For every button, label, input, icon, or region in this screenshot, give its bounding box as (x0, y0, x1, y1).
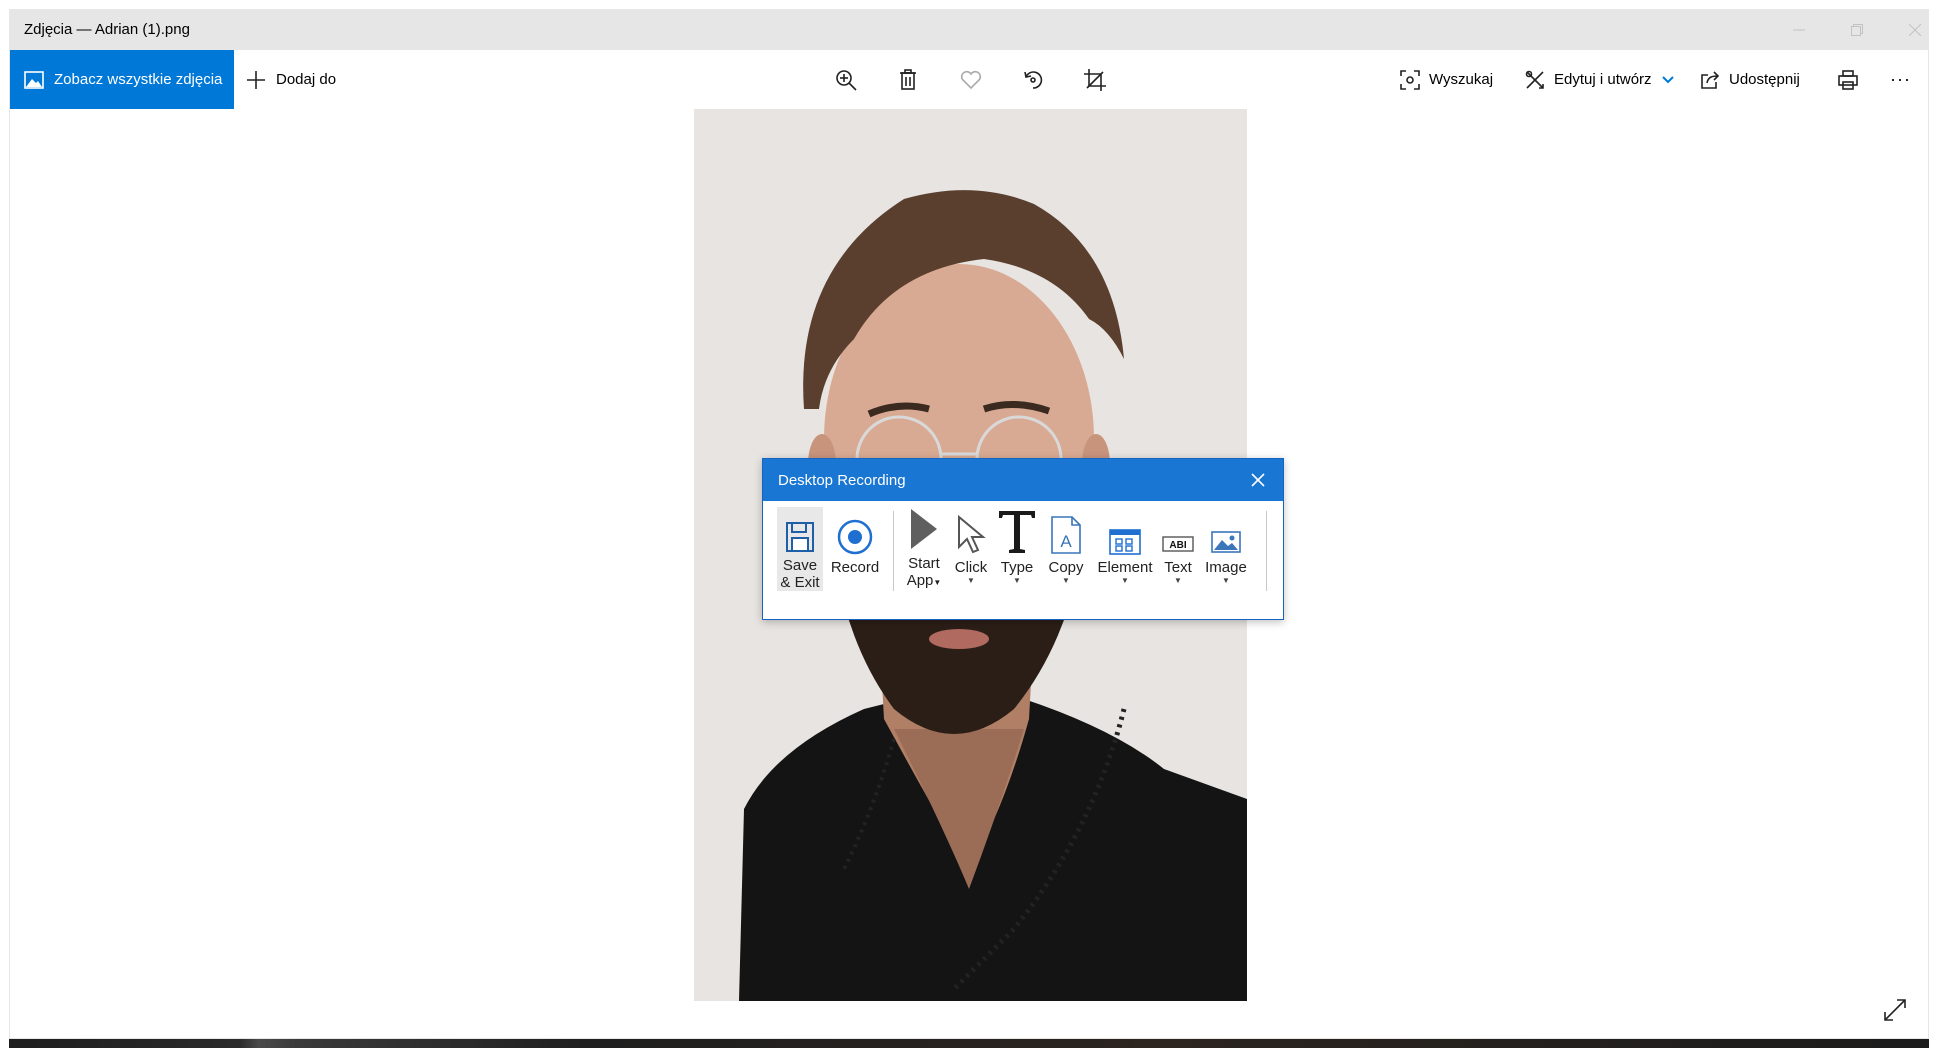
crop-icon (1084, 69, 1106, 91)
text-icon: ABI (1162, 536, 1194, 552)
crop-button[interactable] (1079, 64, 1111, 96)
edit-create-button[interactable]: Edytuj i utwórz (1525, 50, 1683, 109)
start-app-label-2: App▼ (906, 572, 942, 589)
share-icon (1701, 70, 1720, 89)
element-dropdown-icon[interactable]: ▼ (1121, 576, 1129, 586)
close-window-button[interactable] (1886, 10, 1928, 50)
save-exit-label-1: Save (782, 557, 818, 574)
copy-label: Copy (1048, 559, 1084, 576)
favorite-icon (960, 70, 982, 90)
element-button[interactable]: Element ▼ (1095, 507, 1155, 591)
toolbar: Zobacz wszystkie zdjęcia Dodaj do Wyszuk… (10, 50, 1928, 109)
zoom-in-button[interactable] (830, 64, 862, 96)
svg-text:A: A (1060, 532, 1072, 551)
cursor-icon (958, 515, 986, 554)
type-icon (999, 511, 1035, 553)
save-exit-button[interactable]: Save & Exit (777, 507, 823, 591)
type-label: Type (1000, 559, 1034, 576)
save-exit-label-2: & Exit (780, 574, 820, 591)
dialog-title: Desktop Recording (778, 471, 906, 489)
text-label: Text (1164, 559, 1192, 576)
visual-search-icon (1400, 69, 1420, 90)
copy-dropdown-icon[interactable]: ▼ (1062, 576, 1070, 586)
plus-icon (247, 70, 265, 89)
more-options-button[interactable]: ··· (1890, 50, 1911, 109)
desktop-recording-dialog: Desktop Recording Save & Exit Record Sta… (762, 458, 1284, 620)
edit-icon (1525, 70, 1544, 89)
print-icon (1838, 70, 1858, 90)
chevron-down-icon (1661, 75, 1674, 83)
print-button[interactable] (1832, 64, 1864, 96)
ribbon-separator (893, 511, 894, 591)
click-label: Click (954, 559, 988, 576)
add-to-button[interactable]: Dodaj do (246, 50, 336, 109)
minimize-icon (1793, 29, 1805, 31)
search-label: Wyszukaj (1429, 71, 1494, 88)
element-label: Element (1097, 559, 1153, 576)
delete-icon (900, 69, 916, 90)
search-button[interactable]: Wyszukaj (1400, 50, 1493, 109)
close-icon (1251, 473, 1265, 487)
image-dropdown-icon[interactable]: ▼ (1222, 576, 1230, 586)
click-dropdown-icon[interactable]: ▼ (967, 576, 975, 586)
image-button[interactable]: Image ▼ (1201, 507, 1251, 591)
image-icon (1211, 531, 1241, 553)
zoom-in-icon (836, 70, 857, 91)
ribbon-separator-end (1266, 511, 1267, 591)
copy-icon: A (1051, 516, 1081, 554)
start-app-dropdown-icon[interactable]: ▼ (933, 578, 941, 587)
window-title: Zdjęcia — Adrian (1).png (24, 21, 190, 38)
share-button[interactable]: Udostępnij (1700, 50, 1800, 109)
share-label: Udostępnij (1729, 71, 1800, 88)
rotate-icon (1024, 71, 1043, 89)
favorite-button[interactable] (955, 64, 987, 96)
svg-text:ABI: ABI (1169, 540, 1186, 551)
dialog-header: Desktop Recording (763, 459, 1283, 501)
photo-icon (24, 70, 44, 89)
see-all-photos-button[interactable]: Zobacz wszystkie zdjęcia (10, 50, 234, 109)
rotate-button[interactable] (1017, 64, 1049, 96)
type-button[interactable]: Type ▼ (997, 507, 1037, 591)
image-label: Image (1205, 559, 1247, 576)
dialog-close-button[interactable] (1249, 471, 1267, 489)
restore-icon (1851, 24, 1863, 36)
start-app-label-1: Start (908, 555, 940, 572)
recording-ribbon: Save & Exit Record Start App▼ Click ▼ Ty… (763, 501, 1283, 621)
element-icon (1109, 529, 1141, 555)
taskbar (9, 1039, 1929, 1048)
title-bar: Zdjęcia — Adrian (1).png (10, 10, 1928, 50)
click-button[interactable]: Click ▼ (951, 507, 991, 591)
close-icon (1909, 24, 1921, 36)
edit-create-label: Edytuj i utwórz (1554, 71, 1652, 88)
expand-icon (1884, 999, 1906, 1021)
delete-button[interactable] (892, 64, 924, 96)
start-app-button[interactable]: Start App▼ (901, 507, 947, 591)
play-icon (911, 509, 937, 549)
record-icon (837, 519, 873, 555)
text-dropdown-icon[interactable]: ▼ (1174, 576, 1182, 586)
type-dropdown-icon[interactable]: ▼ (1013, 576, 1021, 586)
minimize-button[interactable] (1770, 10, 1828, 50)
text-button[interactable]: ABI Text ▼ (1159, 507, 1197, 591)
see-all-photos-label: Zobacz wszystkie zdjęcia (54, 71, 223, 88)
copy-button[interactable]: A Copy ▼ (1043, 507, 1089, 591)
record-label: Record (830, 559, 880, 576)
record-button[interactable]: Record (829, 507, 881, 591)
add-to-label: Dodaj do (276, 71, 337, 88)
more-icon: ··· (1890, 69, 1911, 89)
save-icon (786, 522, 814, 552)
maximize-button[interactable] (1828, 10, 1886, 50)
fullscreen-button[interactable] (1877, 994, 1913, 1026)
